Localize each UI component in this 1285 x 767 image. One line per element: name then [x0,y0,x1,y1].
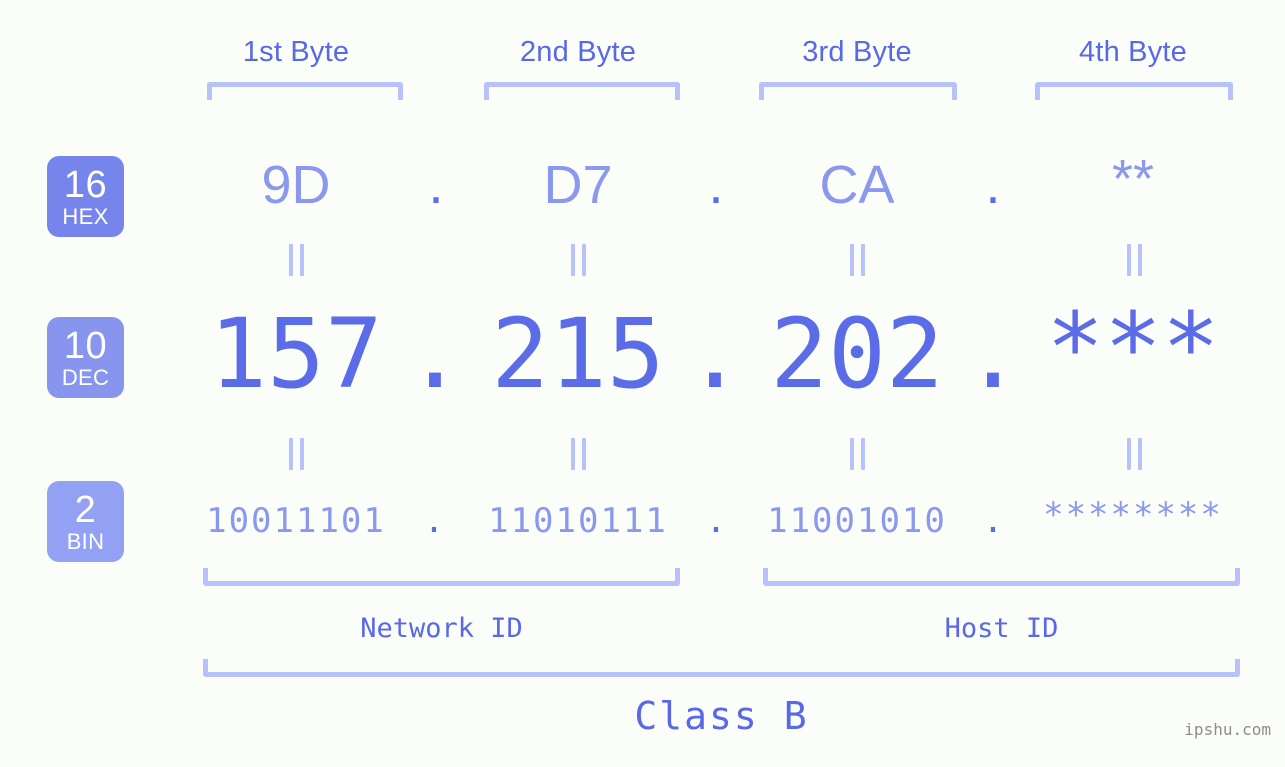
equals-connector-hex-dec-4 [1126,244,1144,276]
bin-separator-3: . [982,501,1004,541]
bin-byte-2: 11010111 [488,501,668,541]
bin-byte-3: 11001010 [767,501,947,541]
byte-bracket-4 [1035,82,1233,100]
byte-bracket-1 [207,82,403,100]
equals-connector-hex-dec-1 [288,244,306,276]
equals-connector-dec-bin-3 [849,438,867,470]
hex-byte-1: 9D [261,155,331,215]
byte-bracket-3 [759,82,957,100]
hex-byte-2: D7 [543,155,613,215]
hex-byte-4: ** [1111,149,1155,209]
base-badge-dec-abbr: DEC [61,364,110,390]
hex-separator-3: . [985,155,1001,215]
host-id-bracket [763,568,1240,586]
bin-separator-1: . [423,501,445,541]
bin-byte-1: 10011101 [206,501,386,541]
site-watermark: ipshu.com [1184,720,1271,739]
byte-bracket-2 [484,82,680,100]
equals-connector-hex-dec-2 [570,244,588,276]
bin-byte-4: ******** [1043,495,1223,535]
base-badge-hex-abbr: HEX [62,203,109,229]
byte-header-2: 2nd Byte [519,36,637,68]
class-label: Class B [634,694,809,738]
byte-header-4: 4th Byte [1079,36,1187,68]
ip-address-breakdown-diagram: 1st Byte 2nd Byte 3rd Byte 4th Byte 16 H… [0,0,1285,767]
dec-byte-2: 215 [491,298,665,410]
base-badge-dec: 10 DEC [47,317,124,398]
bin-separator-2: . [705,501,727,541]
hex-byte-3: CA [819,155,895,215]
byte-header-1: 1st Byte [242,36,350,68]
host-id-label: Host ID [944,613,1059,644]
equals-connector-hex-dec-3 [849,244,867,276]
class-bracket [203,659,1240,677]
byte-header-3: 3rd Byte [802,36,912,68]
dec-byte-1: 157 [209,298,383,410]
base-badge-bin-abbr: BIN [66,528,105,554]
equals-connector-dec-bin-4 [1126,438,1144,470]
base-badge-hex-number: 16 [63,163,108,206]
equals-connector-dec-bin-1 [288,438,306,470]
base-badge-dec-number: 10 [63,324,108,367]
dec-byte-4: *** [1046,292,1220,404]
network-id-bracket [203,568,680,586]
base-badge-hex: 16 HEX [47,156,124,237]
dec-separator-1: . [406,298,464,410]
base-badge-bin-number: 2 [74,488,97,531]
equals-connector-dec-bin-2 [570,438,588,470]
dec-byte-3: 202 [770,298,944,410]
hex-separator-1: . [428,155,444,215]
base-badge-bin: 2 BIN [47,481,124,562]
hex-separator-2: . [708,155,724,215]
network-id-label: Network ID [360,613,523,644]
